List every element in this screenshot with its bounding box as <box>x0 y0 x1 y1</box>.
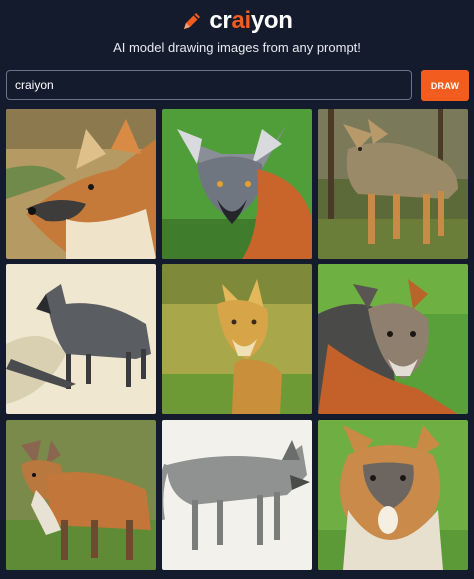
result-image-1[interactable] <box>6 109 156 259</box>
pencil-icon <box>181 10 203 32</box>
result-image-2[interactable] <box>162 109 312 259</box>
result-image-9[interactable] <box>318 420 468 570</box>
logo-part-ai: ai <box>231 7 251 34</box>
tagline: AI model drawing images from any prompt! <box>113 40 361 55</box>
prompt-input[interactable] <box>6 70 412 100</box>
result-image-5[interactable] <box>162 264 312 414</box>
craiyon-logo[interactable]: craiyon <box>0 6 474 36</box>
logo-wordmark: craiyon <box>209 7 293 35</box>
result-image-7[interactable] <box>6 420 156 570</box>
logo-part-yon: yon <box>250 7 293 34</box>
logo-part-cr: cr <box>209 7 232 34</box>
draw-button[interactable]: DRAW <box>421 70 469 101</box>
result-image-3[interactable] <box>318 109 468 259</box>
result-image-8[interactable] <box>162 420 312 570</box>
result-image-6[interactable] <box>318 264 468 414</box>
result-image-4[interactable] <box>6 264 156 414</box>
